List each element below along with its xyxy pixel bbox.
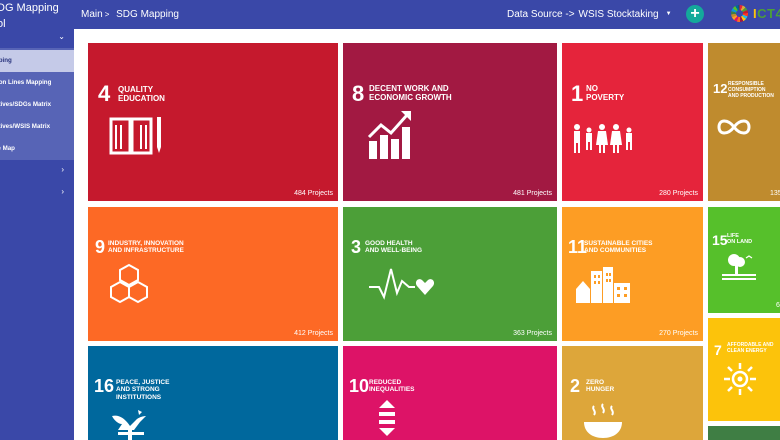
- sdg-tile-15[interactable]: 15 Life on Land 68: [708, 207, 780, 313]
- sidebar-item-label: re Map: [0, 145, 15, 152]
- sdg-tile-12[interactable]: 12 Responsible Consumption and Productio…: [708, 43, 780, 201]
- chevron-right-icon[interactable]: ›: [61, 165, 64, 174]
- logo-text-part: CT4: [757, 6, 780, 21]
- bowl-icon: [582, 402, 624, 440]
- tile-number: 9: [95, 237, 106, 257]
- breadcrumb: Main > SDG Mapping: [81, 9, 179, 20]
- sdg-tile-16[interactable]: 16 Peace, Justice and Strong Institution…: [88, 346, 338, 440]
- tile-number: 8: [352, 81, 365, 106]
- tile-name: Zero Hunger: [586, 379, 615, 394]
- tile-project-count: 412 Projects: [294, 330, 333, 337]
- tile-name: Peace, Justice and Strong Institutions: [116, 379, 170, 401]
- sdg-tile-7[interactable]: 7 Affordable and Clean Energy: [708, 318, 780, 421]
- sdg-tile-4[interactable]: 4 Quality Education 484 Projects: [88, 43, 338, 201]
- sdg-tile-3[interactable]: 3 Good Health and Well-Being 363 Project…: [343, 207, 557, 341]
- caret-down-icon: ▼: [665, 11, 672, 17]
- sidebar: DG Mapping ol ⌄ pping tion Lines Mapping…: [0, 0, 74, 440]
- tile-name: No Poverty: [586, 84, 625, 103]
- breadcrumb-main[interactable]: Main: [81, 9, 103, 20]
- sdg-tile-2[interactable]: 2 Zero Hunger: [562, 346, 703, 440]
- ict4sdg-logo: ICT4: [731, 5, 780, 23]
- tile-name: Life on Land: [727, 233, 753, 246]
- sidebar-item-objectives-wsis-matrix[interactable]: ctives/WSIS Matrix: [0, 116, 74, 138]
- data-source-select[interactable]: Data Source -> WSIS Stocktaking ▼: [507, 9, 672, 20]
- sidebar-item-map[interactable]: re Map: [0, 138, 74, 160]
- sidebar-item-label: pping: [0, 57, 12, 64]
- chevron-down-icon: ⌄: [58, 32, 65, 41]
- sidebar-submenu: pping tion Lines Mapping ctives/SDGs Mat…: [0, 48, 74, 160]
- dove-icon: [110, 406, 150, 440]
- tile-project-count: 280 Projects: [659, 190, 698, 197]
- sun-icon: [723, 362, 757, 396]
- sidebar-item-objectives-sdgs-matrix[interactable]: ctives/SDGs Matrix: [0, 94, 74, 116]
- sdg-tile-10[interactable]: 10 Reduced Inequalities: [343, 346, 557, 440]
- tile-project-count: 135: [770, 190, 780, 197]
- tile-name: Quality Education: [118, 85, 165, 104]
- tile-name: Responsible Consumption and Production: [728, 81, 774, 99]
- tile-name: Affordable and Clean Energy: [727, 342, 774, 354]
- app-title-line-2: ol: [0, 18, 6, 30]
- sdg-tile-9[interactable]: 9 Industry, Innovation and Infrastructur…: [88, 207, 338, 341]
- cubes-icon: [108, 263, 150, 305]
- sdg-tile-11[interactable]: 11 Sustainable Cities and Communities 27…: [562, 207, 703, 341]
- sdg-grid: 4 Quality Education 484 Projects 8 Decen…: [74, 29, 780, 440]
- sdg-tile-13-partial[interactable]: [708, 426, 780, 440]
- sidebar-item-label: ctives/WSIS Matrix: [0, 123, 51, 130]
- app-title-line-1: DG Mapping: [0, 2, 59, 14]
- tile-number: 3: [351, 237, 362, 257]
- top-bar: Main > SDG Mapping Data Source -> WSIS Sto…: [74, 0, 780, 29]
- chevron-right-icon[interactable]: ›: [61, 187, 64, 196]
- growth-chart-icon: [365, 109, 413, 161]
- equality-arrows-icon: [373, 398, 401, 438]
- tile-number: 12: [713, 81, 728, 96]
- tile-project-count: 484 Projects: [294, 190, 333, 197]
- sidebar-item-label: tion Lines Mapping: [0, 79, 52, 86]
- tile-number: 2: [570, 376, 581, 396]
- tile-project-count: 363 Projects: [513, 330, 552, 337]
- tile-number: 15: [712, 232, 728, 248]
- sdg-wheel-icon: [731, 5, 748, 22]
- tile-project-count: 68: [776, 302, 780, 309]
- tile-number: 16: [94, 376, 115, 396]
- tile-number: 4: [98, 81, 111, 106]
- tile-name: Reduced Inequalities: [369, 379, 415, 394]
- app-title: DG Mapping ol: [0, 0, 59, 32]
- infinity-icon: [716, 117, 752, 137]
- data-source-value: WSIS Stocktaking: [578, 9, 659, 20]
- city-icon: [574, 265, 632, 305]
- tile-number: 1: [571, 81, 584, 106]
- breadcrumb-current: SDG Mapping: [116, 9, 179, 20]
- sidebar-item-sdg-mapping[interactable]: pping: [0, 50, 74, 72]
- logo-text: ICT4: [753, 6, 780, 21]
- tile-number: 7: [714, 342, 722, 358]
- tile-project-count: 481 Projects: [513, 190, 552, 197]
- tile-name: Industry, Innovation and Infrastructure: [108, 240, 184, 255]
- sidebar-item-label: ctives/SDGs Matrix: [0, 101, 52, 108]
- tile-name: Decent Work and Economic Growth: [369, 84, 452, 103]
- sidebar-section-toggle[interactable]: ⌄: [0, 32, 74, 46]
- tile-number: 10: [349, 376, 370, 396]
- sidebar-item-action-lines-mapping[interactable]: tion Lines Mapping: [0, 72, 74, 94]
- sdg-tile-1[interactable]: 1 No Poverty 280 Projects: [562, 43, 703, 201]
- family-icon: [571, 123, 637, 155]
- sdg-tile-8[interactable]: 8 Decent Work and Economic Growth 481 Pr…: [343, 43, 557, 201]
- tile-project-count: 270 Projects: [659, 330, 698, 337]
- add-button[interactable]: +: [686, 5, 704, 23]
- tile-name: Sustainable Cities and Communities: [584, 240, 653, 255]
- book-pencil-icon: [108, 113, 164, 157]
- breadcrumb-separator: >: [104, 10, 110, 19]
- tree-icon: [722, 252, 756, 282]
- heartbeat-icon: [369, 267, 435, 301]
- tile-name: Good Health and Well-Being: [365, 240, 423, 255]
- data-source-label: Data Source ->: [507, 9, 575, 20]
